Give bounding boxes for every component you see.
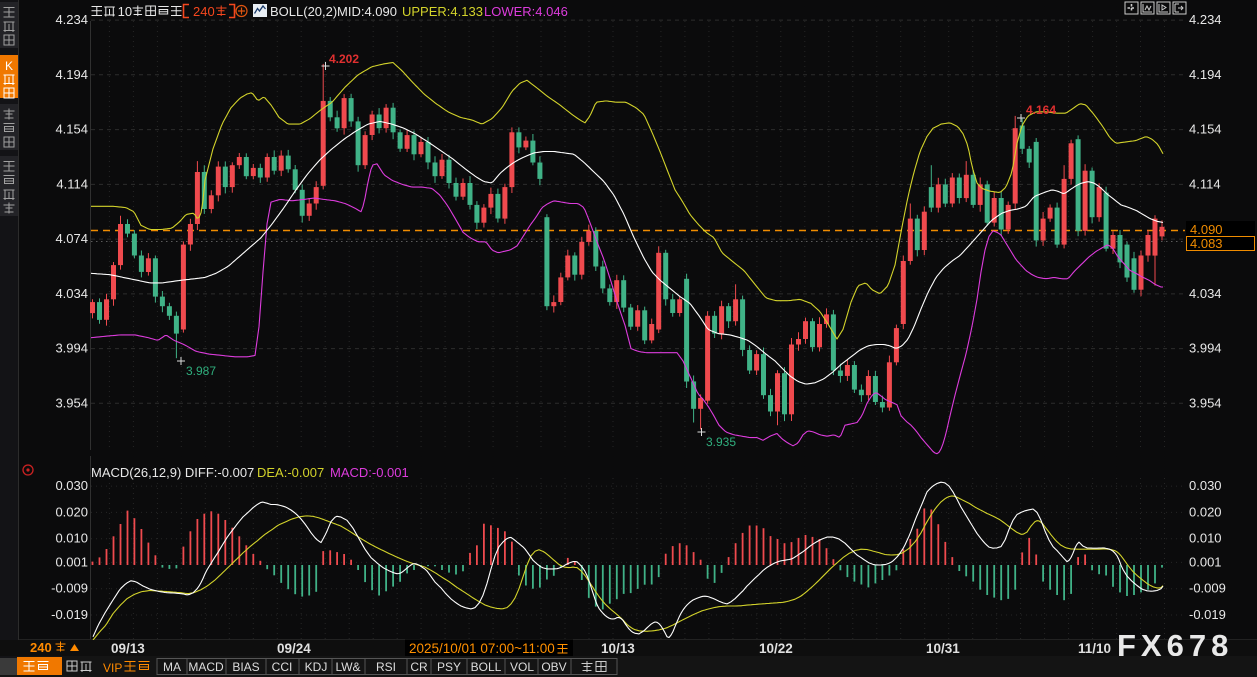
svg-text:K: K	[5, 59, 13, 73]
svg-text:10/31: 10/31	[926, 641, 960, 656]
svg-text:0.010: 0.010	[1189, 531, 1222, 546]
svg-text:CR: CR	[410, 660, 428, 674]
svg-text:0.001: 0.001	[1189, 554, 1222, 569]
svg-text:MA: MA	[163, 660, 181, 674]
svg-text:MACD: MACD	[188, 660, 224, 674]
svg-text:MACD(26,12,9) DIFF:-0.007: MACD(26,12,9) DIFF:-0.007	[91, 465, 254, 480]
svg-text:4.154: 4.154	[1189, 122, 1222, 137]
svg-text:4.154: 4.154	[55, 122, 88, 137]
svg-text:10: 10	[118, 4, 132, 19]
svg-text:BIAS: BIAS	[232, 660, 259, 674]
svg-text:3.935: 3.935	[706, 435, 736, 449]
svg-text:DEA:-0.007: DEA:-0.007	[257, 465, 324, 480]
svg-text:0.030: 0.030	[55, 478, 88, 493]
svg-text:11/10: 11/10	[1078, 641, 1111, 656]
svg-text:4.194: 4.194	[1189, 67, 1222, 82]
svg-text:LW&: LW&	[335, 660, 360, 674]
svg-text:RSI: RSI	[376, 660, 396, 674]
svg-text:KDJ: KDJ	[305, 660, 328, 674]
svg-text:10/22: 10/22	[759, 641, 793, 656]
svg-text:3.987: 3.987	[186, 364, 216, 378]
svg-text:4.090: 4.090	[1190, 222, 1223, 237]
svg-text:MID:4.090: MID:4.090	[337, 4, 397, 19]
svg-text:LOWER:4.046: LOWER:4.046	[484, 4, 568, 19]
svg-text:-0.009: -0.009	[1189, 581, 1226, 596]
svg-text:4.114: 4.114	[56, 176, 88, 191]
svg-text:4.114: 4.114	[1189, 176, 1221, 191]
svg-text:CCI: CCI	[272, 660, 293, 674]
svg-text:BOLL(20,2): BOLL(20,2)	[270, 4, 337, 19]
svg-text:PSY: PSY	[437, 660, 461, 674]
svg-text:OBV: OBV	[541, 660, 566, 674]
svg-text:4.234: 4.234	[1189, 12, 1222, 27]
svg-text:4.074: 4.074	[55, 231, 88, 246]
svg-text:10/13: 10/13	[601, 641, 635, 656]
svg-text:3.994: 3.994	[55, 341, 88, 356]
svg-text:3.994: 3.994	[1189, 341, 1222, 356]
svg-text:-0.019: -0.019	[51, 607, 88, 622]
svg-text:-0.019: -0.019	[1189, 607, 1226, 622]
svg-text:4.234: 4.234	[55, 12, 88, 27]
svg-text:3.954: 3.954	[55, 395, 88, 410]
svg-text:4.164: 4.164	[1026, 103, 1056, 117]
svg-text:4.034: 4.034	[1189, 286, 1222, 301]
svg-text:09/24: 09/24	[277, 641, 311, 656]
svg-text:0.020: 0.020	[1189, 504, 1222, 519]
svg-text:4.034: 4.034	[55, 286, 88, 301]
svg-text:0.020: 0.020	[55, 504, 88, 519]
svg-text:VIP: VIP	[103, 661, 122, 675]
svg-text:0.010: 0.010	[55, 531, 88, 546]
svg-text:09/13: 09/13	[111, 641, 145, 656]
svg-text:UPPER:4.133: UPPER:4.133	[402, 4, 483, 19]
svg-text:BOLL: BOLL	[471, 660, 502, 674]
svg-text:3.954: 3.954	[1189, 395, 1222, 410]
svg-text:VOL: VOL	[510, 660, 534, 674]
svg-text:0.030: 0.030	[1189, 478, 1222, 493]
svg-text:-0.009: -0.009	[51, 581, 88, 596]
svg-text:MACD:-0.001: MACD:-0.001	[330, 465, 409, 480]
svg-text:4.194: 4.194	[55, 67, 88, 82]
svg-text:240: 240	[193, 4, 215, 19]
svg-text:2025/10/01 07:00~11:00: 2025/10/01 07:00~11:00	[409, 641, 555, 656]
svg-text:4.083: 4.083	[1190, 236, 1223, 251]
svg-text:0.001: 0.001	[55, 554, 88, 569]
svg-text:240: 240	[30, 640, 52, 655]
svg-text:4.202: 4.202	[329, 52, 359, 66]
